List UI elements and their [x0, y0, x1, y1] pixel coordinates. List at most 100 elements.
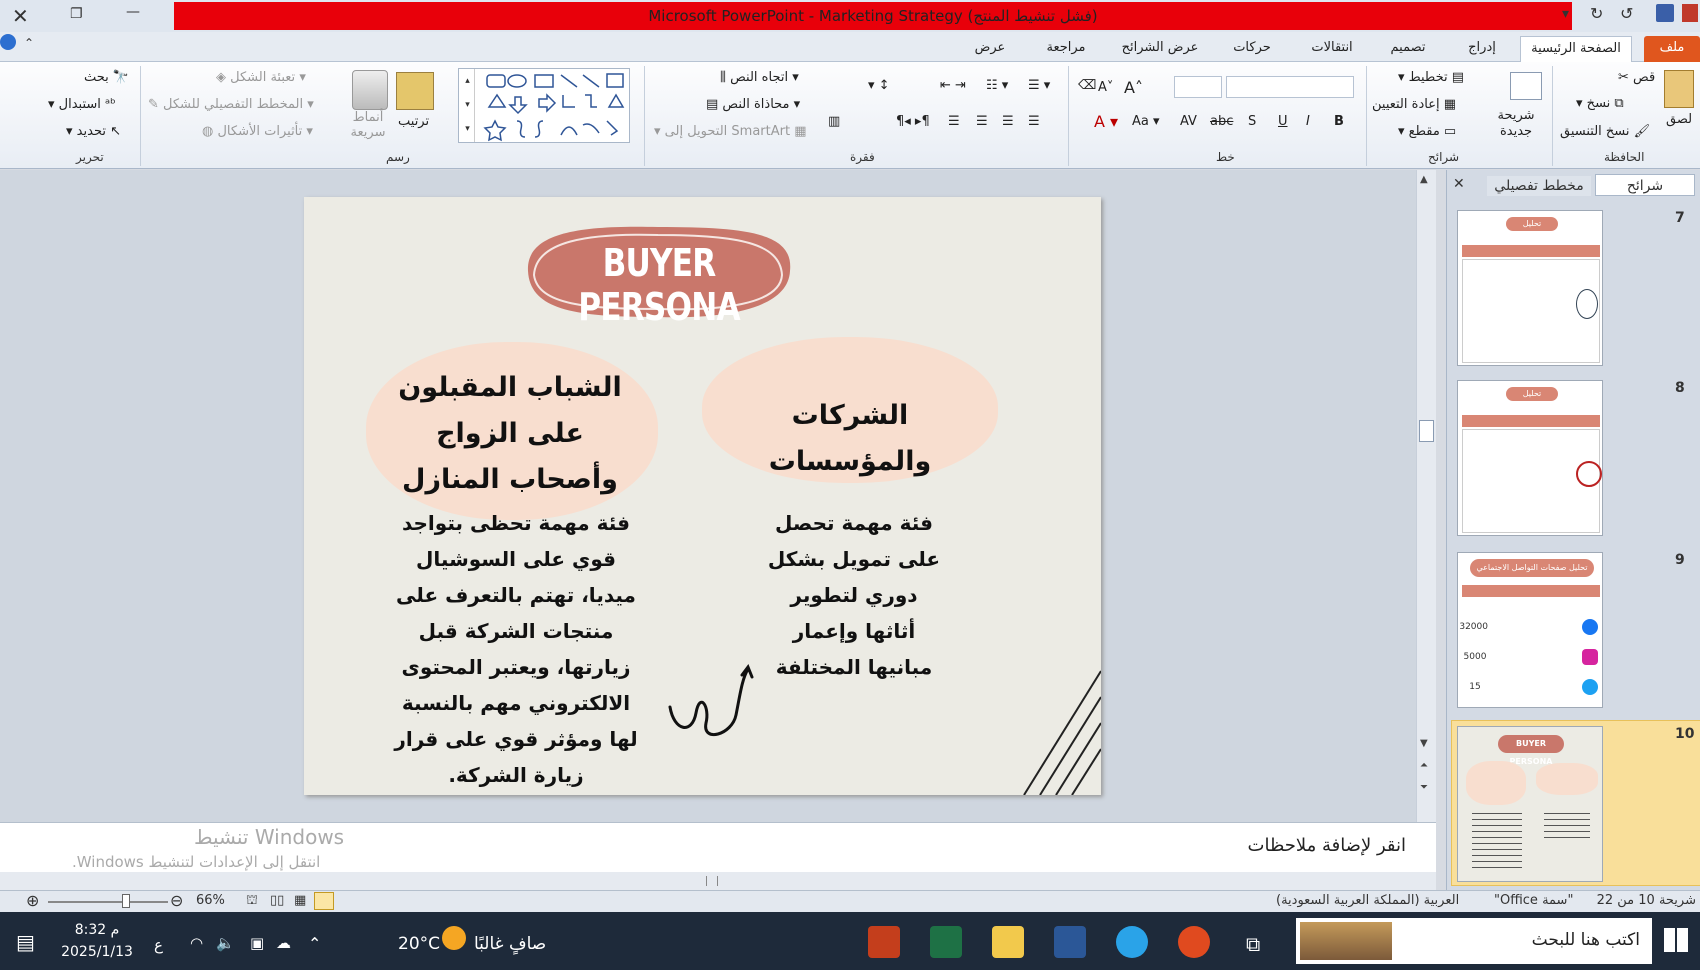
shrink-font-icon[interactable]: A˅ — [1098, 80, 1113, 95]
replace-button[interactable]: ▾ استبدال ᵃᵇ — [48, 97, 116, 112]
powerpoint-taskbar-icon[interactable] — [868, 926, 900, 958]
select-button[interactable]: ▾ تحديد ↖ — [66, 124, 121, 139]
align-right-icon[interactable]: ☰ — [1028, 114, 1040, 129]
show-hidden-icons[interactable]: ⌃ — [308, 934, 321, 953]
scroll-up-icon[interactable]: ▲ — [1420, 174, 1428, 185]
shape-effects-button[interactable]: ▾ تأثيرات الأشكال ◍ — [202, 124, 313, 139]
layout-button[interactable]: ▾ تخطيط ▤ — [1398, 70, 1464, 85]
change-case-icon[interactable]: Aa ▾ — [1132, 114, 1160, 129]
center-icon[interactable]: ☰ — [1002, 114, 1014, 129]
zoom-slider[interactable] — [48, 901, 168, 903]
normal-view-icon[interactable] — [314, 892, 334, 910]
wifi-icon[interactable]: ◠ — [190, 934, 203, 952]
underline-icon[interactable]: U — [1278, 114, 1288, 129]
volume-icon[interactable]: 🔈 — [216, 934, 235, 952]
scroll-thumb[interactable] — [1419, 420, 1434, 442]
help-icon[interactable] — [0, 34, 16, 50]
qat-dropdown-icon[interactable]: ▾ — [1562, 6, 1569, 22]
grow-font-icon[interactable]: A˄ — [1124, 78, 1143, 97]
zoom-out-icon[interactable]: ⊖ — [170, 891, 183, 910]
undo-icon[interactable]: ↺ — [1620, 4, 1633, 23]
section-button[interactable]: ▾ مقطع ▭ — [1398, 124, 1456, 139]
font-color-icon[interactable]: A ▾ — [1094, 112, 1118, 131]
arrange-icon[interactable] — [396, 72, 434, 110]
tab-animations[interactable]: حركات — [1216, 36, 1288, 62]
reading-view-icon[interactable]: ▯▯ — [270, 893, 284, 908]
current-slide[interactable]: BUYER PERSONA الشباب المقبلون على الزواج… — [304, 197, 1101, 795]
notes-placeholder[interactable]: انقر لإضافة ملاحظات — [1248, 835, 1406, 856]
tab-slides-panel[interactable]: شرائح — [1595, 174, 1695, 196]
font-name-combo[interactable] — [1226, 76, 1354, 98]
tab-design[interactable]: تصميم — [1372, 36, 1444, 62]
shapes-scroll[interactable]: ▴ ▾ ▾ — [461, 69, 475, 142]
chrome-icon[interactable] — [1178, 926, 1210, 958]
tab-insert[interactable]: إدراج — [1452, 36, 1512, 62]
shadow-icon[interactable]: S — [1248, 114, 1256, 129]
copy-button[interactable]: ▾ نسخ ⧉ — [1576, 96, 1624, 111]
clear-format-icon[interactable]: ⌫ — [1078, 78, 1096, 93]
font-size-combo[interactable] — [1174, 76, 1222, 98]
splitter-grip[interactable] — [706, 876, 718, 886]
italic-icon[interactable]: I — [1306, 114, 1310, 129]
input-language[interactable]: ع — [154, 936, 163, 954]
notes-horizontal-scrollbar[interactable] — [0, 872, 1436, 890]
weather-temp[interactable]: 20°C — [398, 934, 440, 954]
zoom-in-icon[interactable]: ⊕ — [26, 891, 39, 910]
notes-pane[interactable]: انقر لإضافة ملاحظات تنشيط Windows انتقل … — [0, 822, 1436, 872]
taskbar-search-box[interactable]: اكتب هنا للبحث — [1296, 918, 1652, 964]
smartart-button[interactable]: ▾ التحويل إلى SmartArt ▦ — [654, 124, 807, 139]
clock-time[interactable]: 8:32 م — [62, 922, 132, 938]
bold-icon[interactable]: B — [1334, 114, 1344, 129]
zoom-slider-thumb[interactable] — [122, 894, 130, 908]
minimize-icon[interactable]: — — [126, 4, 140, 20]
char-spacing-icon[interactable]: AV — [1180, 114, 1197, 129]
justify-icon[interactable]: ☰ — [948, 114, 960, 129]
quick-styles-button[interactable]: أنماط سريعة — [340, 110, 396, 140]
paste-icon[interactable] — [1664, 70, 1694, 108]
tab-file[interactable]: ملف — [1644, 36, 1700, 62]
rtl-icon[interactable]: ¶◂ ▸¶ — [896, 114, 930, 129]
bullets-icon[interactable]: ☰ ▾ — [1028, 78, 1050, 93]
cut-button[interactable]: ✂ قص — [1618, 70, 1655, 85]
align-left-icon[interactable]: ☰ — [976, 114, 988, 129]
restore-icon[interactable]: ❐ — [70, 6, 83, 22]
reset-button[interactable]: إعادة التعيين ▦ — [1372, 97, 1456, 112]
slide-thumb-10[interactable]: BUYER PERSONA — [1457, 726, 1603, 882]
zoom-level[interactable]: 66% — [196, 893, 225, 908]
start-icon[interactable] — [1664, 928, 1688, 952]
tab-review[interactable]: مراجعة — [1030, 36, 1102, 62]
redo-icon[interactable]: ↻ — [1590, 4, 1603, 23]
find-button[interactable]: بحث 🔭 — [84, 70, 129, 85]
prev-slide-icon[interactable]: ⏶ — [1420, 760, 1428, 772]
clock-date[interactable]: 2025/1/13 — [60, 944, 134, 960]
onedrive-icon[interactable]: ☁ — [276, 934, 291, 952]
format-painter-button[interactable]: نسخ التنسيق 🖌 — [1560, 124, 1650, 139]
notifications-icon[interactable]: ▤ — [16, 930, 35, 954]
tab-slideshow[interactable]: عرض الشرائح — [1108, 36, 1212, 62]
meet-icon[interactable]: ▣ — [250, 934, 264, 952]
strikethrough-icon[interactable]: abc — [1210, 114, 1233, 129]
close-panel-icon[interactable]: ✕ — [1453, 176, 1465, 192]
cortana-app-icon[interactable] — [1116, 926, 1148, 958]
slide-thumb-8[interactable]: تحليل المنافسين — [1457, 380, 1603, 536]
decrease-indent-icon[interactable]: ⇤ ⇥ — [940, 78, 966, 93]
task-view-icon[interactable]: ⧉ — [1246, 932, 1260, 956]
shape-outline-button[interactable]: ▾ المخطط التفصيلي للشكل ✎ — [148, 97, 314, 112]
tab-view[interactable]: عرض — [960, 36, 1020, 62]
slide-thumb-7[interactable]: تحليل المنافسين — [1457, 210, 1603, 366]
paste-button[interactable]: لصق — [1666, 112, 1692, 127]
shapes-gallery[interactable]: ▴ ▾ ▾ — [458, 68, 630, 143]
language-status[interactable]: العربية (المملكة العربية السعودية) — [1276, 893, 1459, 908]
quick-styles-icon[interactable] — [352, 70, 388, 110]
tab-transitions[interactable]: انتقالات — [1296, 36, 1368, 62]
new-slide-icon[interactable] — [1510, 72, 1542, 100]
scroll-down-icon[interactable]: ▼ — [1420, 738, 1428, 749]
slide-thumb-9[interactable]: تحليل صفحات التواصل الاجتماعي 32000 5000… — [1457, 552, 1603, 708]
columns-icon[interactable]: ▥ — [828, 114, 840, 129]
collapse-ribbon-icon[interactable]: ⌃ — [24, 36, 34, 50]
slideshow-view-icon[interactable]: ⛫ — [246, 893, 258, 910]
numbering-icon[interactable]: ☷ ▾ — [986, 78, 1008, 93]
arrange-button[interactable]: ترتيب — [398, 114, 429, 129]
text-direction-button[interactable]: ▾ اتجاه النص ⫼ — [720, 70, 799, 85]
editor-vertical-scrollbar[interactable]: ▲ ▼ ⏶ ⏷ — [1416, 170, 1436, 822]
